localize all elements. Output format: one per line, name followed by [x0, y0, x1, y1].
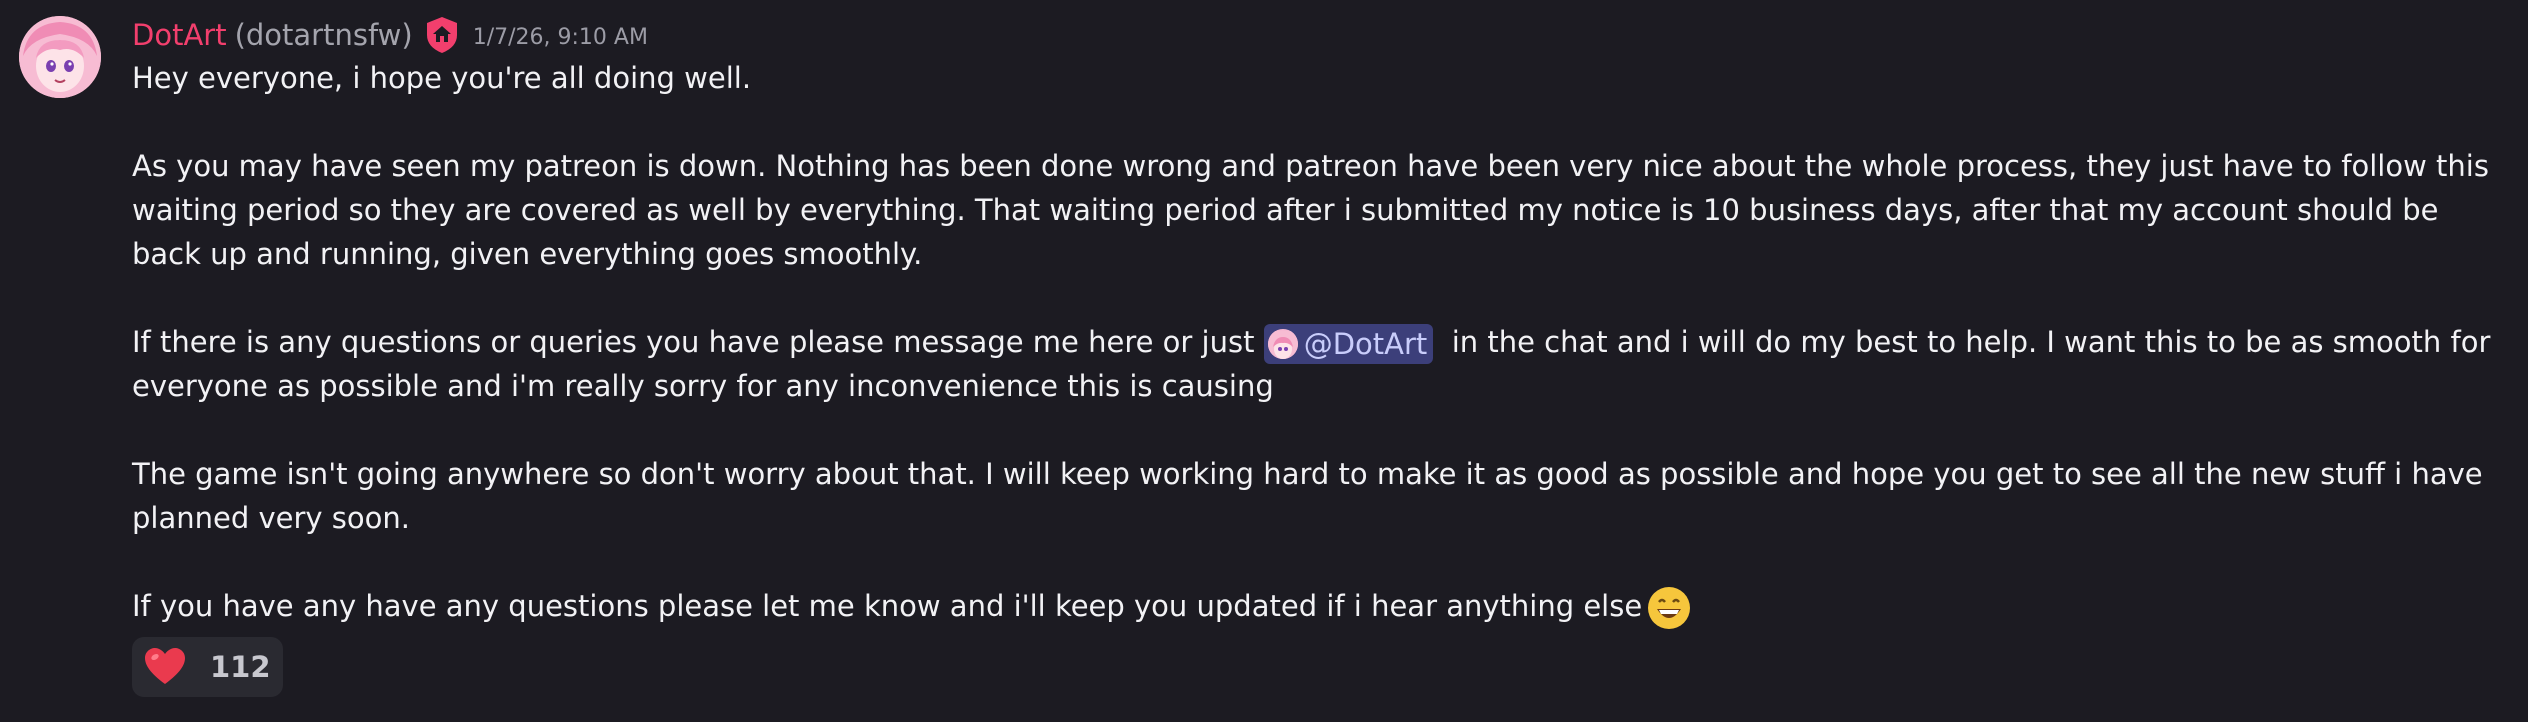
red-heart-emoji: [142, 644, 188, 690]
author-avatar[interactable]: [19, 16, 101, 98]
message-header: DotArt (dotartnsfw) 1/7/26, 9:10 AM: [132, 12, 648, 58]
message-paragraph-2: As you may have seen my patreon is down.…: [132, 149, 2489, 271]
mention-avatar: [1267, 329, 1298, 359]
grinning-face-emoji: [1646, 585, 1692, 631]
message-timestamp[interactable]: 1/7/26, 9:10 AM: [473, 21, 648, 50]
message-paragraph-1: Hey everyone, i hope you're all doing we…: [132, 61, 752, 95]
message-content: Hey everyone, i hope you're all doing we…: [132, 56, 2502, 631]
reaction-heart-button[interactable]: 112: [132, 637, 283, 697]
chat-message: DotArt (dotartnsfw) 1/7/26, 9:10 AM Hey …: [0, 0, 2528, 722]
message-paragraph-3: If there is any questions or queries you…: [132, 320, 2502, 408]
message-paragraph-5: If you have any have any questions pleas…: [132, 584, 2502, 631]
mention-label: @DotArt: [1303, 327, 1428, 361]
reaction-count: 112: [210, 650, 271, 684]
paragraph-3-text-before: If there is any questions or queries you…: [132, 325, 1264, 359]
message-paragraph-4: The game isn't going anywhere so don't w…: [132, 457, 2483, 535]
house-shield-icon[interactable]: [421, 14, 463, 56]
paragraph-5-text: If you have any have any questions pleas…: [132, 589, 1643, 623]
author-username: (dotartnsfw): [234, 18, 413, 52]
user-mention[interactable]: @DotArt: [1263, 324, 1434, 364]
author-display-name[interactable]: DotArt: [132, 18, 227, 52]
